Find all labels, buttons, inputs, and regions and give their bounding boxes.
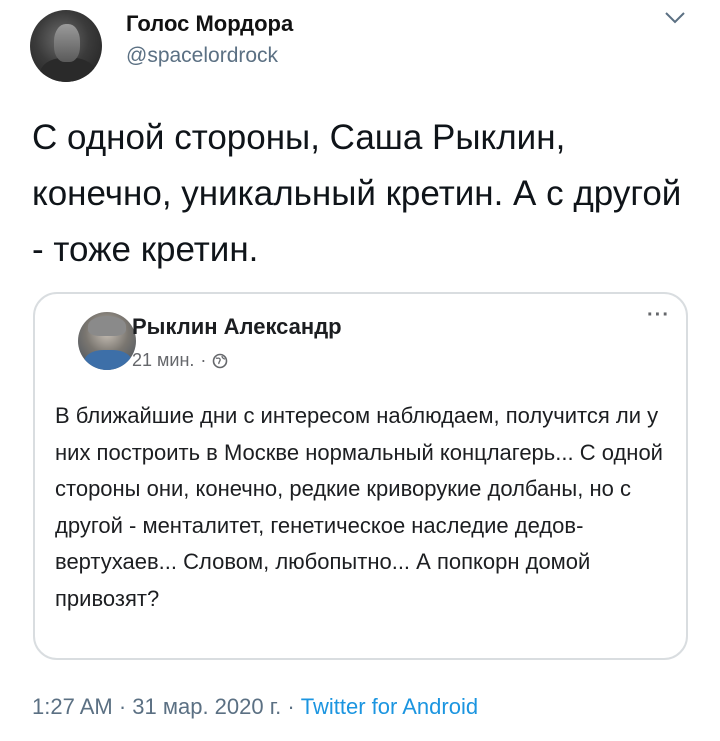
chevron-down-icon[interactable] xyxy=(664,10,686,26)
globe-icon xyxy=(213,353,228,368)
author-avatar[interactable] xyxy=(30,10,102,82)
footer-separator: · xyxy=(281,694,301,719)
quoted-post-time[interactable]: 21 мин. xyxy=(132,350,194,371)
footer-separator: · xyxy=(112,694,133,719)
meta-separator: · xyxy=(200,350,207,370)
tweet-footer: 1:27 AM · 31 мар. 2020 г. · Twitter for … xyxy=(32,694,478,720)
quoted-post-card[interactable]: Рыклин Александр 21 мин. · ··· В ближайш… xyxy=(33,292,688,660)
more-options-icon[interactable]: ··· xyxy=(647,304,670,327)
tweet-source-link[interactable]: Twitter for Android xyxy=(301,694,478,719)
quoted-author-avatar[interactable] xyxy=(78,312,136,370)
tweet-time[interactable]: 1:27 AM xyxy=(32,694,113,719)
avatar-hair-shape xyxy=(88,316,126,336)
quoted-post-text: В ближайшие дни с интересом наблюдаем, п… xyxy=(55,403,663,611)
author-handle[interactable]: @spacelordrock xyxy=(126,44,278,68)
avatar-face-shape xyxy=(54,24,80,62)
quoted-author-name[interactable]: Рыклин Александр xyxy=(132,314,342,340)
tweet-date[interactable]: 31 мар. 2020 г. xyxy=(132,694,281,719)
tweet-text: С одной стороны, Саша Рыклин, конечно, у… xyxy=(32,118,682,269)
author-name[interactable]: Голос Мордора xyxy=(126,11,293,37)
quoted-post-meta: 21 мин. · xyxy=(132,350,228,371)
avatar-shirt-shape xyxy=(84,350,132,370)
